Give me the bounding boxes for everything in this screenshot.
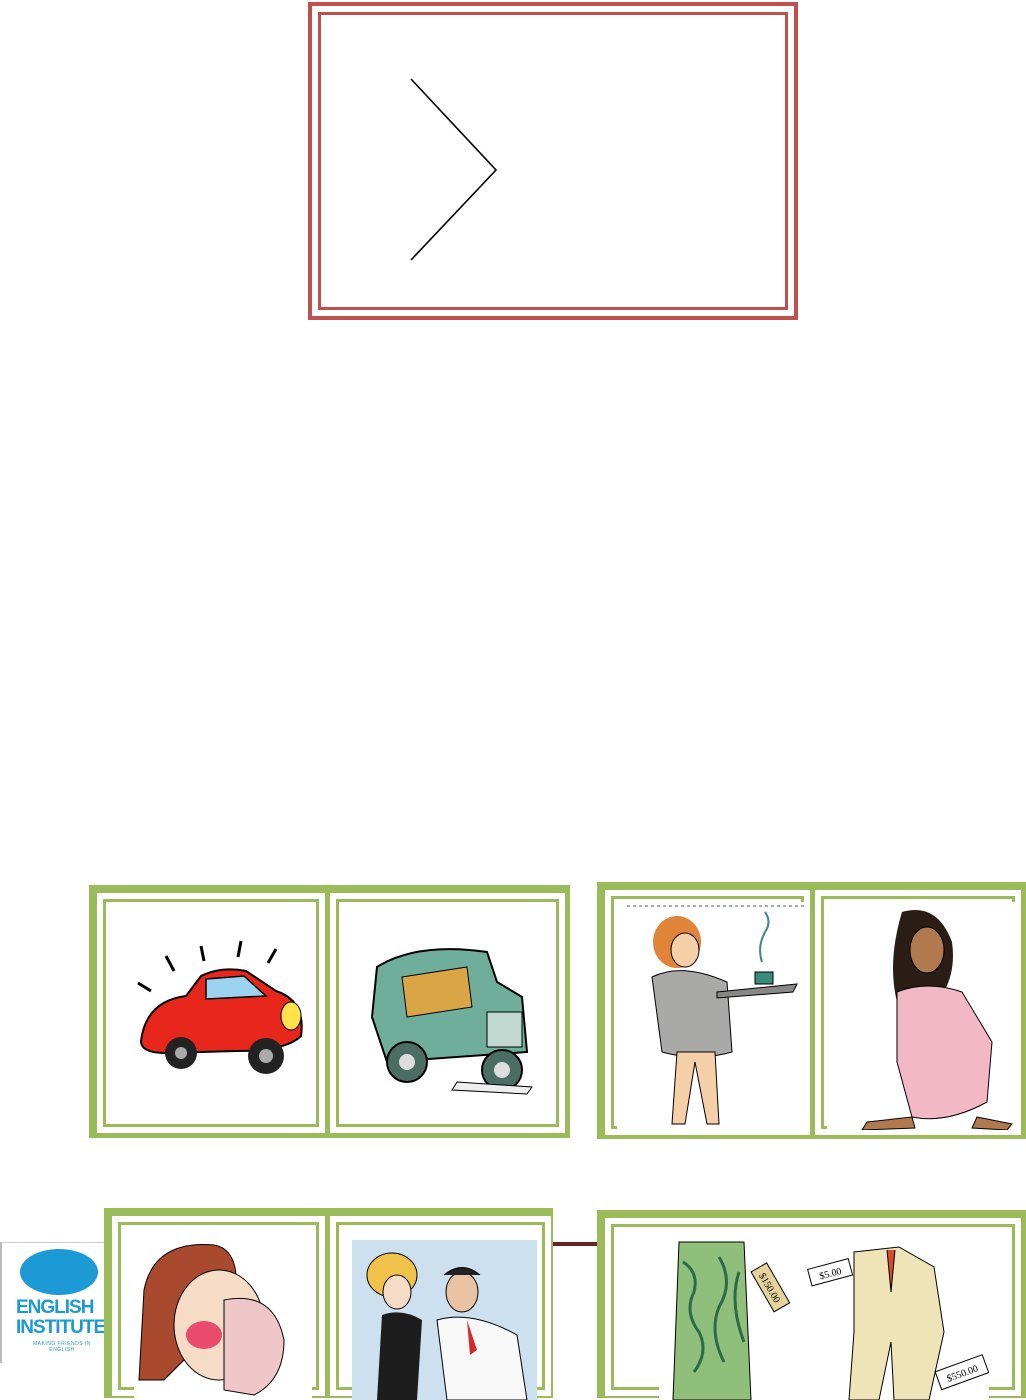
waitress-with-tray-icon <box>617 902 807 1130</box>
tile-new-car <box>97 893 325 1133</box>
picture-card-cars <box>89 885 570 1138</box>
vintage-green-car-icon <box>357 922 537 1097</box>
chevron-line <box>410 78 498 261</box>
logo-line-institute: INSTITUTE <box>16 1317 106 1338</box>
tile-waitress <box>605 890 810 1135</box>
tile-crying-girl <box>112 1216 325 1400</box>
sitting-woman-pink-dress-icon <box>827 902 1017 1130</box>
picture-card-clothes: $150.00 $5.00 $550.00 <box>597 1210 1026 1400</box>
tile-old-car <box>330 893 565 1133</box>
english-institute-logo: ENGLISH INSTITUTE MAKING FRIENDS IN ENGL… <box>0 1242 106 1363</box>
logo-tagline: MAKING FRIENDS IN ENGLISH <box>33 1341 91 1353</box>
picture-card-women <box>597 882 1026 1139</box>
tile-clothes: $150.00 $5.00 $550.00 <box>605 1218 1021 1400</box>
new-red-car-icon <box>126 921 313 1096</box>
bracket-frame <box>308 2 798 320</box>
logo-line-english: ENGLISH <box>16 1297 94 1318</box>
logo-oval <box>20 1249 98 1295</box>
tile-sitting-woman <box>815 890 1021 1135</box>
crying-girl-icon <box>134 1230 312 1400</box>
chevron-drawing <box>410 78 498 261</box>
clothes-with-price-tags-icon: $150.00 $5.00 $550.00 <box>659 1232 989 1400</box>
couple-cartoon-icon <box>352 1240 537 1400</box>
picture-card-faces <box>104 1208 553 1400</box>
header-divider-line <box>553 1242 598 1246</box>
tile-couple <box>330 1216 551 1400</box>
